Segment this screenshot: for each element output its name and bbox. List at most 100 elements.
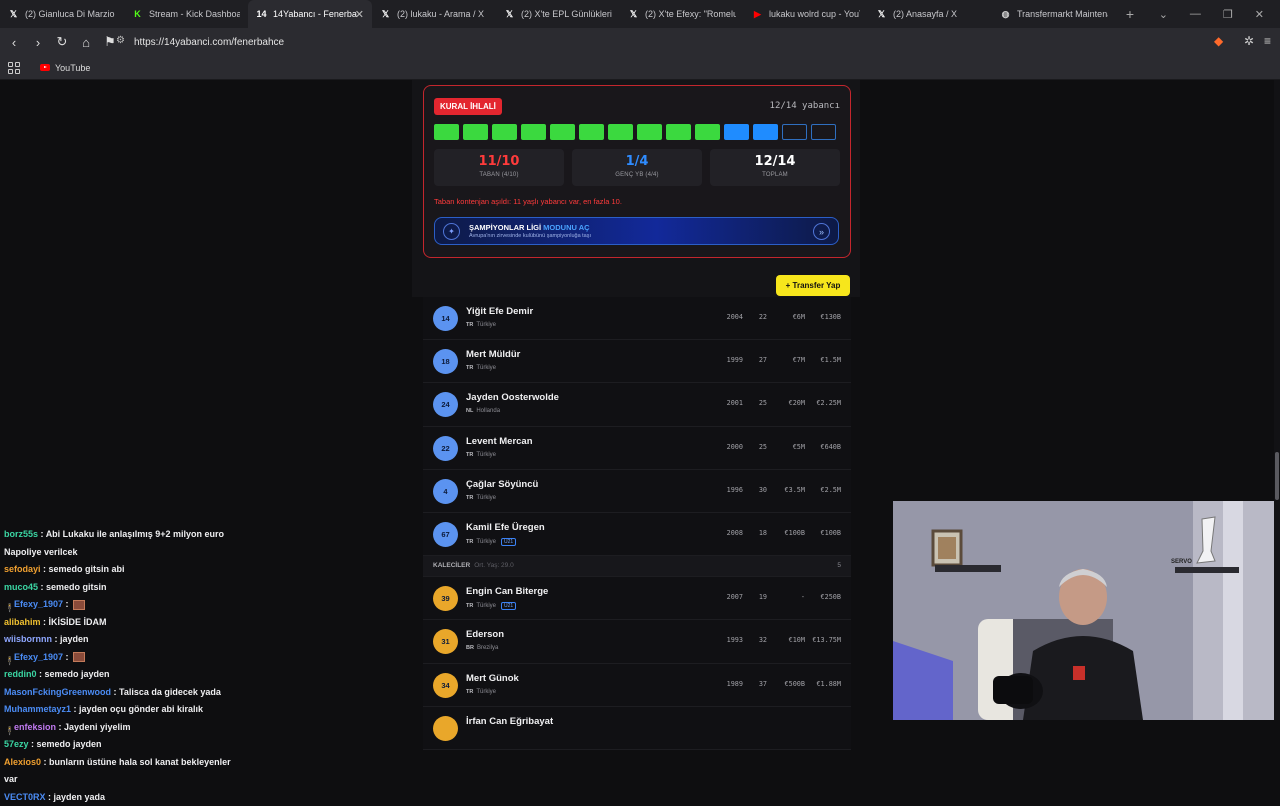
player-market-value: €10M <box>767 636 805 644</box>
quota-warning: Taban kontenjan aşıldı: 11 yaşlı yabancı… <box>434 197 622 206</box>
back-icon[interactable]: ‹ <box>4 35 24 50</box>
bookmark-youtube[interactable]: YouTube <box>40 63 90 73</box>
window-controls: ⌄ — ❐ ✕ <box>1159 0 1280 28</box>
quota-slot-green <box>608 124 633 140</box>
player-nationality: TRTürkiyeU21 <box>466 602 516 610</box>
player-age: 18 <box>743 529 767 537</box>
chat-text: semedo gitsin abi <box>49 564 125 574</box>
close-window-icon[interactable]: ✕ <box>1255 8 1264 21</box>
kick-icon: K <box>132 9 143 20</box>
chat-username[interactable]: sefodayi <box>4 564 41 574</box>
chat-separator: : <box>41 617 49 627</box>
champions-league-mode-banner[interactable]: ✦ ŞAMPİYONLAR LİGİ MODUNU AÇ Avrupa'nın … <box>434 217 839 245</box>
chat-message: muco45 : semedo gitsin <box>0 579 240 597</box>
reload-icon[interactable]: ↻ <box>52 34 72 50</box>
chat-username[interactable]: alibahim <box>4 617 41 627</box>
country-code: TR <box>466 365 473 371</box>
chat-username[interactable]: Efexy_1907 <box>14 652 63 662</box>
u21-badge: U21 <box>501 538 516 546</box>
webcam-overlay: SERVO <box>893 501 1280 720</box>
site-settings-icon[interactable]: ⚙ <box>116 35 125 46</box>
scrollbar-thumb[interactable] <box>1275 452 1279 500</box>
x-icon: 𝕏 <box>628 9 639 20</box>
chat-username[interactable]: enfeksion <box>14 722 56 732</box>
country-code: NL <box>466 408 473 414</box>
player-name: İrfan Can Eğribayat <box>466 716 553 727</box>
browser-tab[interactable]: KStream - Kick Dashboard <box>124 0 248 28</box>
player-stats: 200125€20M€2.25M <box>723 399 841 407</box>
player-row[interactable]: 14Yiğit Efe DemirTRTürkiye200422€6M€130B <box>423 297 851 340</box>
chat-username[interactable]: Alexios0 <box>4 757 41 767</box>
chat-message: 🕴enfeksion : Jaydeni yiyelim <box>0 719 240 737</box>
player-fee: €1.5M <box>805 356 841 364</box>
player-row[interactable]: 22Levent MercanTRTürkiye200025€5M€640B <box>423 427 851 470</box>
quota-stat-value: 12/14 <box>710 154 840 169</box>
minimize-icon[interactable]: — <box>1190 8 1201 20</box>
player-name: Jayden Oosterwolde <box>466 392 559 403</box>
player-row[interactable]: 18Mert MüldürTRTürkiye199927€7M€1.5M <box>423 340 851 383</box>
forward-icon[interactable]: › <box>28 35 48 50</box>
chat-emote-icon <box>73 652 85 662</box>
player-row[interactable]: 24Jayden OosterwoldeNLHollanda200125€20M… <box>423 383 851 426</box>
close-tab-icon[interactable]: ✕ <box>355 8 364 21</box>
country-code: TR <box>466 689 473 695</box>
transfer-button[interactable]: + Transfer Yap <box>776 275 850 296</box>
player-row[interactable]: 67Kamil Efe ÜregenTRTürkiyeU21200818€100… <box>423 513 851 556</box>
brave-shield-icon[interactable]: ◆ <box>1214 34 1223 48</box>
browser-tab[interactable]: ◍Transfermarkt Maintenanc <box>992 0 1116 28</box>
chat-username[interactable]: VECT0RX <box>4 792 46 802</box>
browser-tab[interactable]: 𝕏(2) Anasayfa / X <box>868 0 992 28</box>
player-list: 14Yiğit Efe DemirTRTürkiye200422€6M€130B… <box>423 297 851 750</box>
player-birth-year: 2001 <box>723 399 743 407</box>
player-row[interactable]: 4Çağlar SöyüncüTRTürkiye199630€3.5M€2.5M <box>423 470 851 513</box>
browser-tab[interactable]: 𝕏(2) lukaku - Arama / X <box>372 0 496 28</box>
restore-icon[interactable]: ❐ <box>1223 8 1233 21</box>
chat-username[interactable]: borz55s <box>4 529 38 539</box>
browser-tab[interactable]: 1414Yabancı - Fenerba✕ <box>248 0 372 28</box>
player-birth-year: 2004 <box>723 313 743 321</box>
section-avg-age: Ort. Yaş: 29.0 <box>474 562 514 569</box>
new-tab-icon[interactable]: + <box>1120 6 1140 22</box>
url-field[interactable]: ⚙ https://14yabanci.com/fenerbahce <box>112 32 1202 52</box>
chat-username[interactable]: 57ezy <box>4 739 29 749</box>
quota-stat-label: TOPLAM <box>710 172 840 178</box>
chat-message: Muhammetayz1 : jayden oçu gönder abi kir… <box>0 701 240 719</box>
chat-username[interactable]: Efexy_1907 <box>14 599 63 609</box>
extensions-icon[interactable]: ✲ <box>1244 34 1254 48</box>
player-row[interactable]: 31EdersonBRBrezilya199332€10M€13.75M <box>423 620 851 663</box>
player-market-value: €6M <box>767 313 805 321</box>
player-row[interactable]: 34Mert GünokTRTürkiye198937€500B€1.88M <box>423 664 851 707</box>
country-code: TR <box>466 322 473 328</box>
double-chevron-right-icon[interactable]: » <box>813 223 830 240</box>
player-row[interactable]: İrfan Can Eğribayat <box>423 707 851 750</box>
player-age: 37 <box>743 680 767 688</box>
chat-username[interactable]: Muhammetayz1 <box>4 704 71 714</box>
quota-stat-label: TABAN (4/10) <box>434 172 564 178</box>
chat-username[interactable]: wiisbornnn <box>4 634 52 644</box>
browser-tab[interactable]: ▶lukaku wolrd cup - YouTu <box>744 0 868 28</box>
player-name: Mert Müldür <box>466 349 520 360</box>
chat-username[interactable]: muco45 <box>4 582 38 592</box>
user-badge-icon: 🕴 <box>4 600 11 609</box>
browser-tab[interactable]: 𝕏(2) X'te Efexy: "Romelu Lu <box>620 0 744 28</box>
quota-slot-green <box>463 124 488 140</box>
browser-tab[interactable]: 𝕏(2) Gianluca Di Marzio (@ <box>0 0 124 28</box>
menu-icon[interactable]: ≡ <box>1264 34 1271 48</box>
quota-slot-empty <box>782 124 807 140</box>
chat-username[interactable]: MasonFckingGreenwood <box>4 687 111 697</box>
player-nationality: TRTürkiye <box>466 689 496 695</box>
browser-tab[interactable]: 𝕏(2) X'te EPL Günlükleri: "M <box>496 0 620 28</box>
player-age: 25 <box>743 399 767 407</box>
apps-grid-icon[interactable] <box>8 62 20 74</box>
page-scrollbar[interactable] <box>1274 80 1280 720</box>
chat-username[interactable]: reddin0 <box>4 669 37 679</box>
x-icon: 𝕏 <box>8 9 19 20</box>
player-row[interactable]: 39Engin Can BitergeTRTürkiyeU21200719-€2… <box>423 577 851 620</box>
chat-message: 🕴Efexy_1907 : <box>0 649 240 667</box>
home-icon[interactable]: ⌂ <box>76 35 96 50</box>
country-name: Türkiye <box>476 495 496 501</box>
tab-list-chevron-icon[interactable]: ⌄ <box>1159 8 1168 21</box>
player-fee: €1.88M <box>805 680 841 688</box>
chat-separator: : <box>41 564 49 574</box>
player-number: 31 <box>433 629 458 654</box>
